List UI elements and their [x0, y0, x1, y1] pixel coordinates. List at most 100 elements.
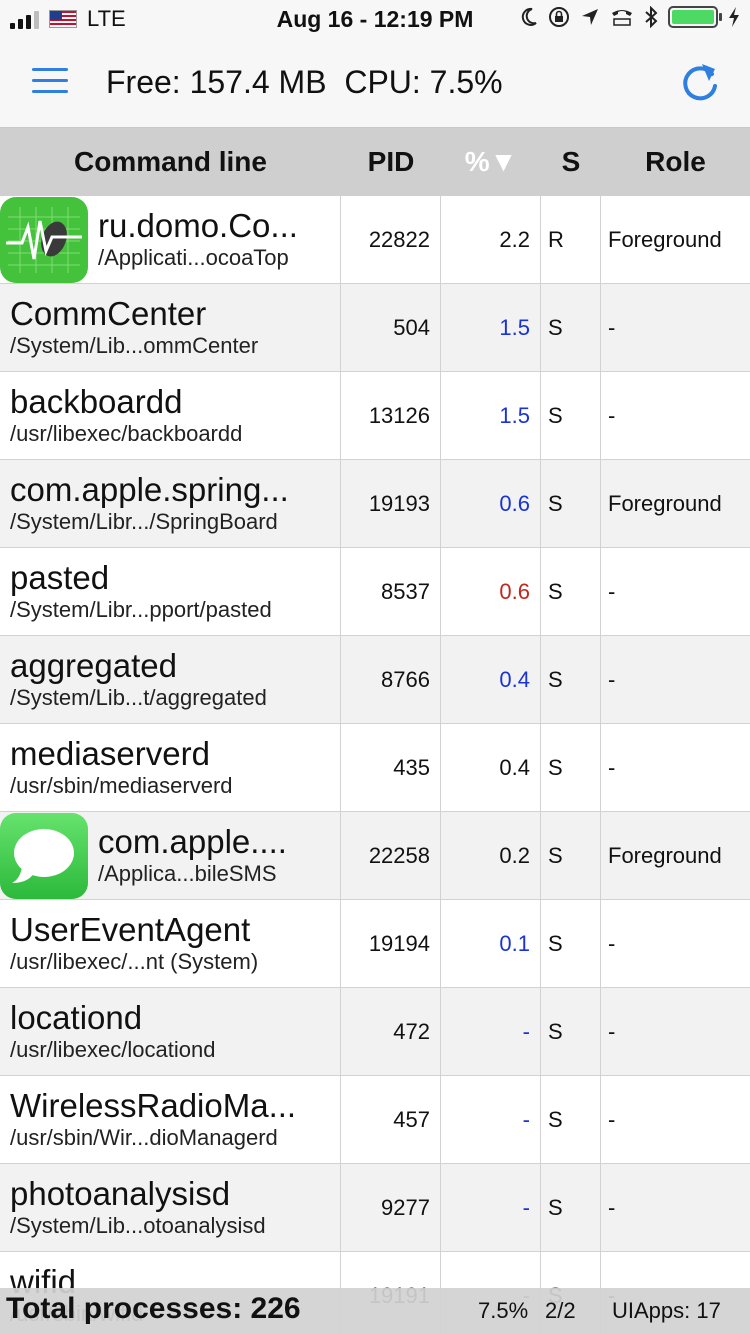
- column-pid[interactable]: PID: [341, 146, 441, 178]
- command-text: mediaserverd/usr/sbin/mediaserverd: [0, 736, 233, 800]
- table-header: Command line PID %▼ S Role: [0, 128, 750, 196]
- command-cell: ru.domo.Co.../Applicati...ocoaTop: [0, 196, 341, 283]
- pid-cell: 472: [341, 988, 441, 1075]
- command-text: locationd/usr/libexec/locationd: [0, 1000, 215, 1064]
- command-text: photoanalysisd/System/Lib...otoanalysisd: [0, 1176, 266, 1240]
- process-row[interactable]: CommCenter/System/Lib...ommCenter 504 1.5 S…: [0, 284, 750, 372]
- process-path: /System/Libr.../SpringBoard: [10, 508, 278, 534]
- total-processes: Total processes: 226: [6, 1292, 301, 1325]
- cpu-percent-cell: 0.6: [441, 460, 541, 547]
- command-cell: UserEventAgent/usr/libexec/...nt (System…: [0, 900, 341, 987]
- rotation-lock-icon: [549, 7, 569, 27]
- column-command[interactable]: Command line: [0, 146, 341, 178]
- battery-fill: [672, 10, 714, 24]
- role-cell: -: [608, 667, 616, 692]
- process-name: UserEventAgent: [10, 911, 251, 948]
- cpu-percent-cell: 1.5: [441, 284, 541, 371]
- bluetooth-icon: [645, 6, 658, 28]
- process-path: /usr/sbin/mediaserverd: [10, 772, 233, 798]
- role-cell: Foreground: [608, 227, 722, 252]
- cpu-percent-cell: 0.6: [441, 548, 541, 635]
- cpu-percent-cell: 0.4: [441, 636, 541, 723]
- process-name: com.apple....: [98, 823, 287, 860]
- process-name: aggregated: [10, 647, 177, 684]
- process-path: /System/Libr...pport/pasted: [10, 596, 272, 622]
- process-path: /Applica...bileSMS: [98, 860, 277, 886]
- pid-cell: 504: [341, 284, 441, 371]
- process-path: /Applicati...ocoaTop: [98, 244, 289, 270]
- state-cell: S: [541, 988, 601, 1075]
- tty-icon: [612, 10, 632, 26]
- role-cell: Foreground: [608, 843, 722, 868]
- state-cell: S: [541, 900, 601, 987]
- column-state[interactable]: S: [541, 146, 601, 178]
- pid-cell: 457: [341, 1076, 441, 1163]
- state-cell: S: [541, 548, 601, 635]
- command-text: pasted/System/Libr...pport/pasted: [0, 560, 272, 624]
- pid-cell: 22822: [341, 196, 441, 283]
- command-cell: mediaserverd/usr/sbin/mediaserverd: [0, 724, 341, 811]
- process-row[interactable]: photoanalysisd/System/Lib...otoanalysisd…: [0, 1164, 750, 1252]
- moon-icon: [521, 7, 537, 26]
- process-name: com.apple.spring...: [10, 471, 289, 508]
- process-path: /usr/sbin/Wir...dioManagerd: [10, 1124, 278, 1150]
- process-row[interactable]: pasted/System/Libr...pport/pasted 8537 0.6…: [0, 548, 750, 636]
- command-cell: CommCenter/System/Lib...ommCenter: [0, 284, 341, 371]
- command-text: com.apple.spring.../System/Libr.../Sprin…: [0, 472, 289, 536]
- process-row[interactable]: mediaserverd/usr/sbin/mediaserverd 435 0.4…: [0, 724, 750, 812]
- role-cell: -: [608, 931, 616, 956]
- role-cell: -: [608, 1107, 616, 1132]
- role-cell: -: [608, 1019, 616, 1044]
- process-name: photoanalysisd: [10, 1175, 231, 1212]
- process-row[interactable]: com.apple.spring.../System/Libr.../Sprin…: [0, 460, 750, 548]
- cpu-percent-cell: -: [441, 1076, 541, 1163]
- command-cell: pasted/System/Libr...pport/pasted: [0, 548, 341, 635]
- state-cell: S: [541, 1164, 601, 1251]
- command-text: ru.domo.Co.../Applicati...ocoaTop: [88, 208, 298, 272]
- role-cell: -: [608, 1195, 616, 1220]
- pid-cell: 8537: [341, 548, 441, 635]
- state-cell: S: [541, 1076, 601, 1163]
- command-text: aggregated/System/Lib...t/aggregated: [0, 648, 267, 712]
- state-cell: S: [541, 636, 601, 723]
- process-path: /System/Lib...otoanalysisd: [10, 1212, 266, 1238]
- process-path: /usr/libexec/...nt (System): [10, 948, 259, 974]
- process-row[interactable]: locationd/usr/libexec/locationd 472- S -: [0, 988, 750, 1076]
- page-indicator[interactable]: 2/2: [545, 1298, 576, 1324]
- process-name: backboardd: [10, 383, 183, 420]
- process-row[interactable]: com.apple..../Applica...bileSMS 22258 0.2 S…: [0, 812, 750, 900]
- process-row[interactable]: aggregated/System/Lib...t/aggregated 8766…: [0, 636, 750, 724]
- process-row[interactable]: backboardd/usr/libexec/backboardd 13126 1.…: [0, 372, 750, 460]
- command-text: com.apple..../Applica...bileSMS: [88, 824, 287, 888]
- pid-cell: 19193: [341, 460, 441, 547]
- process-path: /usr/libexec/locationd: [10, 1036, 216, 1062]
- command-text: UserEventAgent/usr/libexec/...nt (System…: [0, 912, 258, 976]
- state-cell: S: [541, 724, 601, 811]
- process-name: ru.domo.Co...: [98, 207, 298, 244]
- cpu-percent-cell: -: [441, 988, 541, 1075]
- status-right: [520, 6, 740, 28]
- cpu-percent-cell: 2.2: [441, 196, 541, 283]
- memory-cpu-summary: Free: 157.4 MB CPU: 7.5%: [106, 64, 503, 100]
- process-name: WirelessRadioMa...: [10, 1087, 297, 1124]
- footer-cpu: 7.5%: [478, 1298, 529, 1323]
- command-cell: com.apple.spring.../System/Libr.../Sprin…: [0, 460, 341, 547]
- location-icon: [582, 9, 598, 25]
- command-cell: aggregated/System/Lib...t/aggregated: [0, 636, 341, 723]
- process-row[interactable]: WirelessRadioMa.../usr/sbin/Wir...dioMan…: [0, 1076, 750, 1164]
- menu-icon[interactable]: [32, 68, 68, 94]
- pid-cell: 22258: [341, 812, 441, 899]
- column-cpu-percent[interactable]: %▼: [441, 146, 541, 178]
- status-bar: LTE Aug 16 - 12:19 PM: [0, 0, 750, 40]
- command-cell: WirelessRadioMa.../usr/sbin/Wir...dioMan…: [0, 1076, 341, 1163]
- app-header: Free: 157.4 MB CPU: 7.5%: [0, 40, 750, 128]
- command-cell: backboardd/usr/libexec/backboardd: [0, 372, 341, 459]
- command-cell: com.apple..../Applica...bileSMS: [0, 812, 341, 899]
- process-name: locationd: [10, 999, 143, 1036]
- process-row[interactable]: ru.domo.Co.../Applicati...ocoaTop 22822 2.…: [0, 196, 750, 284]
- charging-icon: [729, 7, 739, 27]
- process-path: /System/Lib...t/aggregated: [10, 684, 267, 710]
- process-row[interactable]: UserEventAgent/usr/libexec/...nt (System…: [0, 900, 750, 988]
- column-role[interactable]: Role: [601, 146, 750, 178]
- refresh-icon[interactable]: [678, 60, 722, 104]
